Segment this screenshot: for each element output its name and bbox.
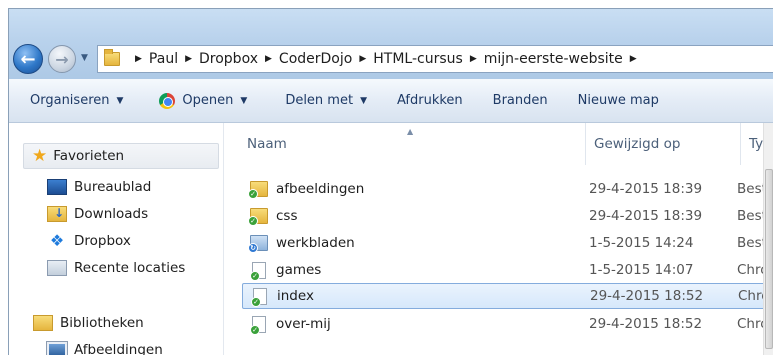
- html-file-icon: ✓: [250, 261, 266, 281]
- afdrukken-button[interactable]: Afdrukken: [377, 79, 473, 122]
- file-row-games[interactable]: ✓ games 1-5-2015 14:07 Chro: [242, 257, 773, 283]
- back-button[interactable]: ←: [13, 44, 43, 74]
- nav-favorites-header[interactable]: ★ Favorieten: [23, 143, 219, 169]
- chevron-right-icon[interactable]: ▶: [359, 54, 366, 64]
- delen-met-label: Delen met: [285, 93, 354, 108]
- column-headers: ▲ Naam Gewijzigd op Type: [225, 123, 773, 165]
- command-bar: Organiseren ▼ Openen ▼ Delen met ▼ Afdru…: [9, 79, 773, 123]
- file-list: ▲ Naam Gewijzigd op Type ✓ afbeeldingen …: [225, 123, 773, 355]
- file-modified: 1-5-2015 14:24: [589, 235, 694, 251]
- sync-check-icon: ✓: [250, 270, 260, 281]
- navigation-pane: ★ Favorieten Bureaublad Downloads ❖ Drop…: [9, 123, 224, 355]
- chevron-down-icon: ▼: [81, 53, 88, 63]
- folder-icon: ✓: [248, 181, 268, 199]
- file-row-index[interactable]: ✓ index 29-4-2015 18:52 Chro: [242, 283, 773, 309]
- file-row-css[interactable]: ✓ css 29-4-2015 18:39 Besta: [242, 203, 773, 229]
- pictures-icon: [46, 341, 68, 355]
- file-name: over-mij: [276, 316, 331, 332]
- nav-item-label: Afbeeldingen: [74, 342, 163, 355]
- organiseren-label: Organiseren: [30, 93, 110, 108]
- nav-item-label: Bureaublad: [74, 179, 152, 195]
- favorites-label: Favorieten: [53, 148, 125, 164]
- column-header-modified[interactable]: Gewijzigd op: [585, 123, 740, 165]
- file-name: css: [276, 208, 298, 224]
- column-header-name[interactable]: Naam: [239, 123, 585, 165]
- sync-progress-icon: ↻: [248, 243, 258, 253]
- sync-check-icon: ✓: [248, 189, 258, 199]
- breadcrumb-dropbox[interactable]: Dropbox: [199, 51, 258, 67]
- nav-item-label: Dropbox: [74, 233, 131, 249]
- folder-icon: ✓: [248, 208, 268, 226]
- nav-item-bureaublad[interactable]: Bureaublad: [47, 176, 151, 198]
- file-name-cell: ✓ afbeeldingen: [248, 181, 365, 199]
- file-name: games: [276, 262, 322, 278]
- downloads-folder-icon: [47, 206, 67, 222]
- file-name: afbeeldingen: [276, 181, 365, 197]
- desktop-icon: [47, 179, 67, 195]
- organiseren-button[interactable]: Organiseren ▼: [9, 79, 133, 122]
- file-modified: 29-4-2015 18:39: [589, 181, 703, 197]
- html-file-icon: ✓: [251, 287, 267, 307]
- nav-libraries-header[interactable]: Bibliotheken: [33, 312, 144, 334]
- arrow-right-icon: →: [55, 49, 69, 69]
- delen-met-button[interactable]: Delen met ▼: [257, 79, 377, 122]
- arrow-left-icon: ←: [20, 48, 36, 70]
- file-name-cell: ↻ werkbladen: [248, 235, 355, 253]
- file-name-cell: ✓ index: [251, 287, 314, 307]
- file-name: werkbladen: [276, 235, 355, 251]
- chevron-right-icon[interactable]: ▶: [630, 54, 637, 64]
- file-name: index: [277, 288, 314, 304]
- sync-check-icon: ✓: [250, 324, 260, 335]
- file-modified: 29-4-2015 18:52: [589, 316, 703, 332]
- branden-button[interactable]: Branden: [473, 79, 558, 122]
- file-name-cell: ✓ over-mij: [250, 315, 331, 335]
- nav-item-downloads[interactable]: Downloads: [47, 203, 148, 225]
- chevron-down-icon: ▼: [360, 95, 367, 106]
- chevron-down-icon: ▼: [240, 95, 248, 106]
- file-row-over-mij[interactable]: ✓ over-mij 29-4-2015 18:52 Chro: [242, 311, 773, 337]
- nav-item-label: Recente locaties: [74, 260, 186, 276]
- vertical-scrollbar[interactable]: [763, 123, 773, 355]
- nav-item-dropbox[interactable]: ❖ Dropbox: [47, 230, 131, 252]
- chevron-down-icon: ▼: [116, 95, 124, 106]
- file-name-cell: ✓ css: [248, 208, 298, 226]
- sync-check-icon: ✓: [248, 216, 258, 226]
- chevron-right-icon[interactable]: ▶: [265, 54, 272, 64]
- address-bar[interactable]: ▶ Paul ▶ Dropbox ▶ CoderDojo ▶ HTML-curs…: [97, 45, 773, 73]
- chrome-icon: [159, 92, 176, 109]
- nav-item-label: Downloads: [74, 206, 149, 222]
- address-bar-row: ← → ▼ ▶ Paul ▶ Dropbox ▶ CoderDojo ▶ HTM…: [9, 9, 773, 79]
- chevron-right-icon[interactable]: ▶: [185, 54, 192, 64]
- breadcrumb-paul[interactable]: Paul: [149, 51, 178, 67]
- chevron-right-icon[interactable]: ▶: [470, 54, 477, 64]
- file-row-werkbladen[interactable]: ↻ werkbladen 1-5-2015 14:24 Besta: [242, 230, 773, 256]
- libraries-label: Bibliotheken: [60, 315, 144, 331]
- scrollbar-thumb[interactable]: [765, 169, 773, 349]
- file-modified: 1-5-2015 14:07: [589, 262, 694, 278]
- sync-check-icon: ✓: [251, 296, 261, 307]
- openen-label: Openen: [182, 93, 234, 108]
- file-modified: 29-4-2015 18:52: [590, 288, 704, 304]
- breadcrumb-html-cursus[interactable]: HTML-cursus: [373, 51, 463, 67]
- star-icon: ★: [32, 145, 48, 166]
- file-row-afbeeldingen[interactable]: ✓ afbeeldingen 29-4-2015 18:39 Besta: [242, 176, 773, 202]
- nieuwe-map-button[interactable]: Nieuwe map: [558, 79, 669, 122]
- html-file-icon: ✓: [250, 315, 266, 335]
- nav-item-recente-locaties[interactable]: Recente locaties: [47, 257, 185, 279]
- breadcrumb-mijn-eerste-website[interactable]: mijn-eerste-website: [484, 51, 623, 67]
- libraries-icon: [33, 315, 53, 331]
- dropbox-icon: ❖: [49, 231, 65, 250]
- folder-icon: [104, 49, 120, 66]
- forward-button[interactable]: →: [48, 45, 76, 73]
- file-modified: 29-4-2015 18:39: [589, 208, 703, 224]
- explorer-window: ← → ▼ ▶ Paul ▶ Dropbox ▶ CoderDojo ▶ HTM…: [8, 8, 773, 355]
- folder-icon: ↻: [248, 235, 268, 253]
- chevron-right-icon[interactable]: ▶: [135, 54, 142, 64]
- openen-button[interactable]: Openen ▼: [133, 79, 257, 122]
- breadcrumb-coderdojo[interactable]: CoderDojo: [279, 51, 352, 67]
- recent-places-icon: [47, 260, 67, 276]
- nav-item-afbeeldingen[interactable]: Afbeeldingen: [46, 339, 163, 355]
- recent-pages-dropdown[interactable]: ▼: [81, 53, 93, 65]
- file-name-cell: ✓ games: [250, 261, 322, 281]
